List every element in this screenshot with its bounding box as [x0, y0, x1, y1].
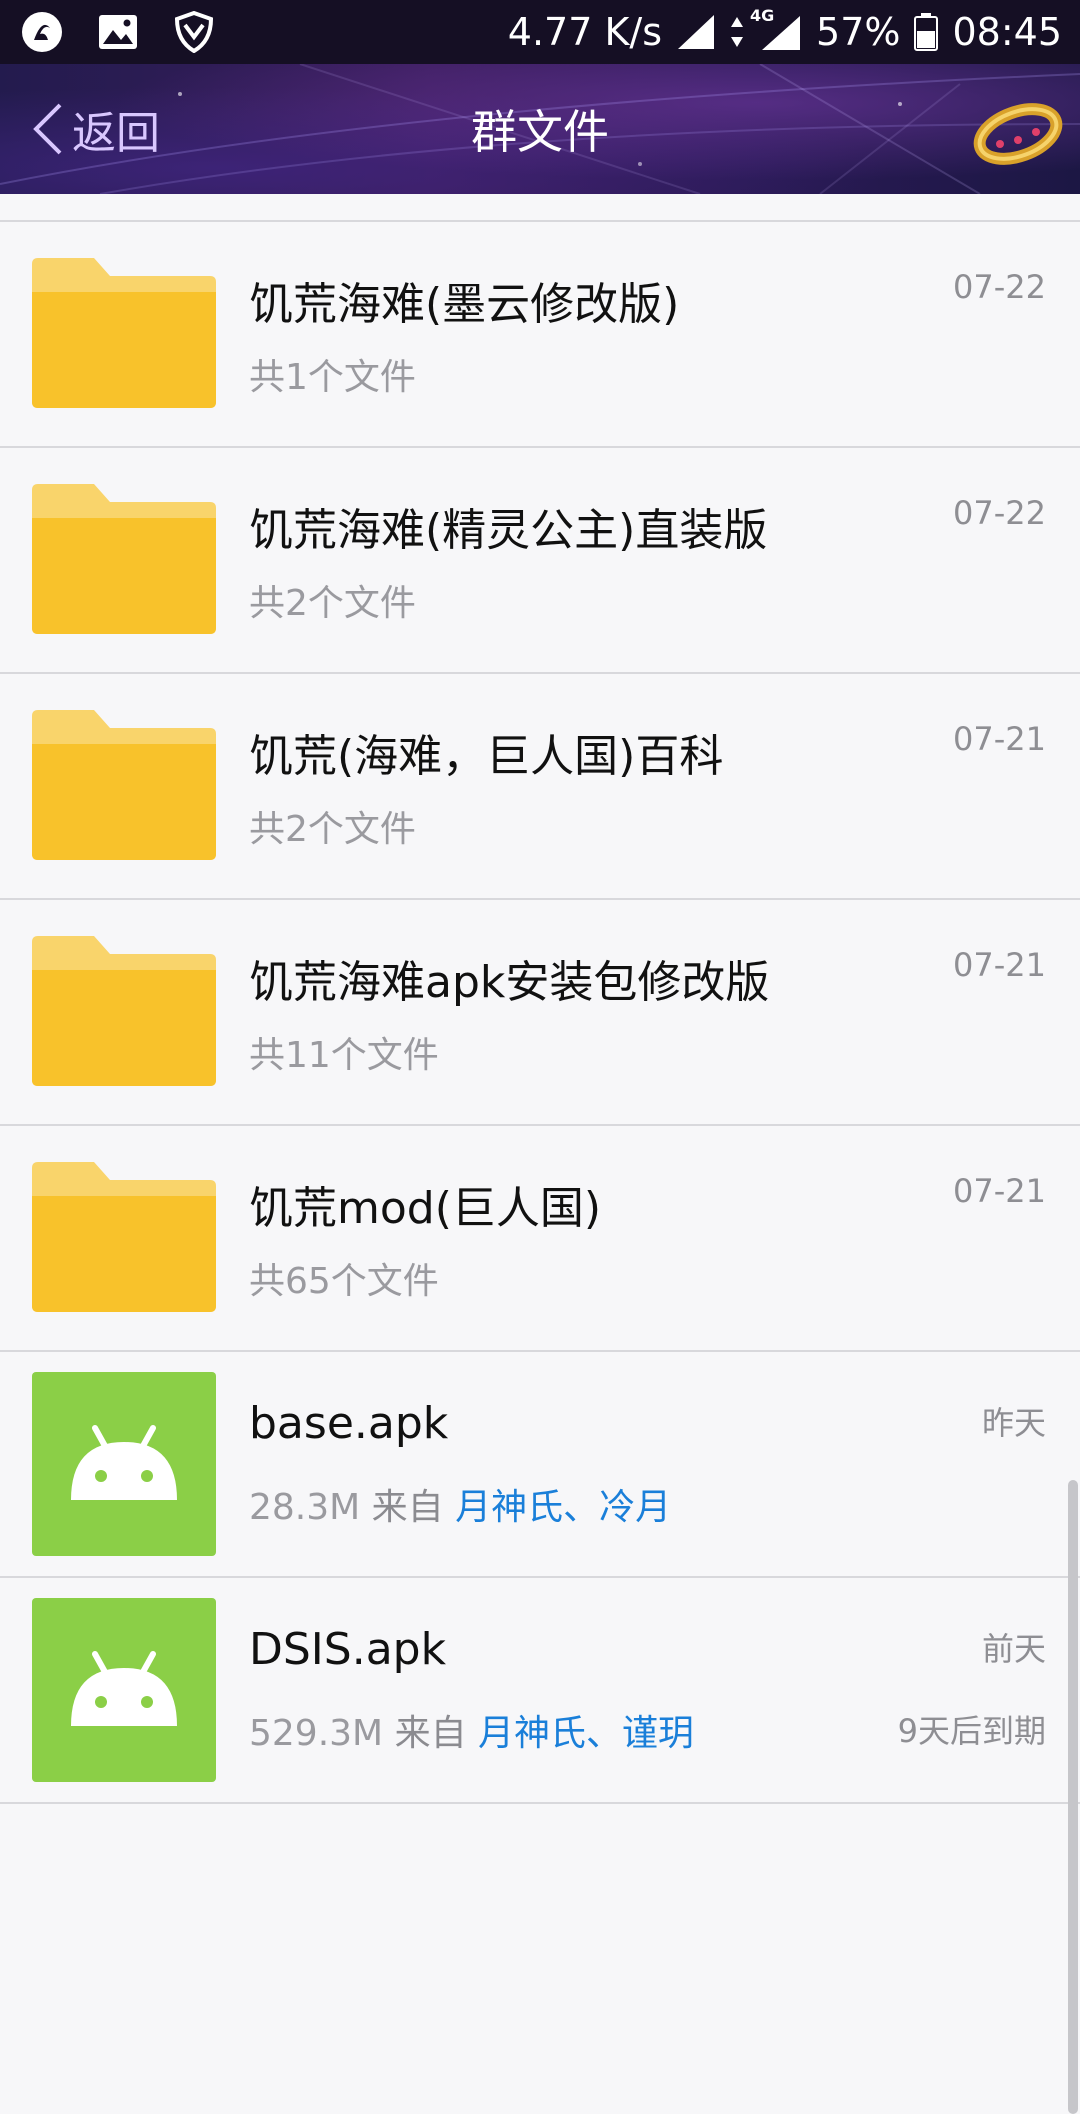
file-list: 饥荒海难(墨云修改版) 共1个文件 07-22 饥荒海难(精灵公主)直装版 共2… — [0, 194, 1080, 2114]
4g-signal-icon: 4G — [750, 8, 802, 52]
list-item[interactable]: DSIS.apk 529.3M 来自 月神氏、谨玥 前天 9天后到期 — [0, 1578, 1080, 1804]
file-name: 饥荒(海难，巨人国)百科 — [249, 731, 724, 782]
file-meta: 529.3M 来自 月神氏、谨玥 — [249, 1704, 694, 1756]
folder-icon — [32, 936, 216, 1086]
file-name: DSIS.apk — [249, 1624, 447, 1675]
file-date: 前天 — [981, 1630, 1046, 1668]
file-name: 饥荒mod(巨人国) — [249, 1183, 602, 1234]
file-size: 529.3M — [249, 1713, 384, 1754]
list-item[interactable]: 饥荒海难(精灵公主)直装版 共2个文件 07-22 — [0, 448, 1080, 674]
file-date: 07-21 — [953, 720, 1046, 758]
ring-badge-icon[interactable] — [970, 82, 1066, 178]
folder-icon — [32, 710, 216, 860]
from-label: 来自 — [371, 1487, 444, 1528]
data-arrows-icon — [731, 17, 744, 47]
android-icon — [32, 1598, 216, 1782]
file-name: 饥荒海难apk安装包修改版 — [249, 957, 770, 1008]
sender-link[interactable]: 月神氏、冷月 — [455, 1487, 671, 1528]
list-item[interactable]: 饥荒海难apk安装包修改版 共11个文件 07-21 — [0, 900, 1080, 1126]
list-item[interactable]: 饥荒(海难，巨人国)百科 共2个文件 07-21 — [0, 674, 1080, 900]
list-item[interactable]: base.apk 28.3M 来自 月神氏、冷月 昨天 — [0, 1352, 1080, 1578]
file-name: base.apk — [249, 1398, 449, 1449]
battery-percent: 57% — [816, 10, 901, 54]
file-count: 共1个文件 — [249, 357, 416, 398]
folder-icon — [32, 484, 216, 634]
list-item[interactable]: 饥荒海难(墨云修改版) 共1个文件 07-22 — [0, 222, 1080, 448]
file-count: 共2个文件 — [249, 809, 416, 850]
image-notification-icon — [94, 8, 142, 56]
file-date: 昨天 — [981, 1404, 1046, 1442]
status-bar: 4.77 K/s 4G 57% 08:45 — [0, 0, 1080, 64]
expiry-notice: 9天后到期 — [897, 1712, 1046, 1750]
list-item[interactable]: 饥荒mod(巨人国) 共65个文件 07-21 — [0, 1126, 1080, 1352]
title-bar: 返回 群文件 — [0, 64, 1080, 194]
folder-icon — [32, 1162, 216, 1312]
file-date: 07-21 — [953, 1172, 1046, 1210]
network-type: 4G — [750, 6, 775, 25]
file-meta: 28.3M 来自 月神氏、冷月 — [249, 1478, 671, 1530]
file-date: 07-22 — [953, 268, 1046, 306]
clock: 08:45 — [952, 10, 1062, 54]
file-count: 共65个文件 — [249, 1261, 439, 1302]
app-notification-icon — [18, 8, 66, 56]
sender-link[interactable]: 月神氏、谨玥 — [478, 1713, 694, 1754]
file-date: 07-21 — [953, 946, 1046, 984]
folder-icon — [32, 258, 216, 408]
from-label: 来自 — [394, 1713, 467, 1754]
shield-icon — [170, 8, 218, 56]
battery-icon — [914, 13, 939, 51]
signal-icon — [678, 15, 715, 49]
file-size: 28.3M — [249, 1487, 361, 1528]
file-count: 共2个文件 — [249, 583, 416, 624]
scrollbar[interactable] — [1068, 1480, 1078, 2114]
file-date: 07-22 — [953, 494, 1046, 532]
network-speed: 4.77 K/s — [507, 10, 663, 54]
android-icon — [32, 1372, 216, 1556]
file-name: 饥荒海难(墨云修改版) — [249, 279, 680, 330]
file-name: 饥荒海难(精灵公主)直装版 — [249, 505, 768, 556]
page-title: 群文件 — [471, 105, 609, 159]
file-count: 共11个文件 — [249, 1035, 439, 1076]
